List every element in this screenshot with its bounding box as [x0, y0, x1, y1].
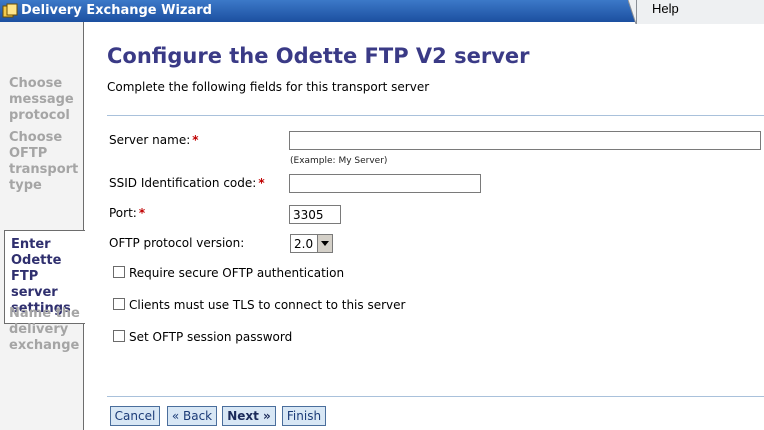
ssid-label: SSID Identification code: * — [109, 176, 265, 190]
require-secure-auth-checkbox[interactable] — [113, 266, 125, 278]
ssid-input[interactable] — [289, 174, 481, 193]
oftp-version-label: OFTP protocol version: — [109, 236, 245, 250]
require-tls-label: Clients must use TLS to connect to this … — [129, 298, 406, 312]
next-button[interactable]: Next » — [222, 406, 276, 426]
help-link[interactable]: Help — [652, 1, 679, 16]
require-secure-auth-option[interactable]: Require secure OFTP authentication — [113, 266, 344, 280]
server-name-example: (Example: My Server) — [290, 156, 388, 166]
cancel-button[interactable]: Cancel — [110, 406, 160, 426]
port-input[interactable]: 3305 — [289, 205, 341, 224]
port-label: Port: * — [109, 206, 146, 220]
oftp-version-value: 2.0 — [294, 237, 314, 251]
step-choose-message-protocol: Choose message protocol — [9, 76, 74, 123]
server-name-input[interactable] — [289, 131, 761, 150]
require-secure-auth-label: Require secure OFTP authentication — [129, 266, 345, 280]
oftp-version-select[interactable]: 2.0 — [290, 234, 333, 253]
page-subtitle: Complete the following fields for this t… — [107, 80, 430, 94]
required-marker: * — [192, 133, 199, 147]
finish-button[interactable]: Finish — [282, 406, 326, 426]
separator — [107, 115, 764, 116]
session-password-option[interactable]: Set OFTP session password — [113, 330, 292, 344]
require-tls-option[interactable]: Clients must use TLS to connect to this … — [113, 298, 405, 312]
page-title: Configure the Odette FTP V2 server — [107, 44, 530, 68]
required-marker: * — [138, 206, 146, 220]
session-password-label: Set OFTP session password — [129, 330, 293, 344]
step-choose-oftp-transport-type: Choose OFTP transport type — [9, 130, 79, 193]
wizard-icon — [2, 3, 18, 18]
require-tls-checkbox[interactable] — [113, 298, 125, 310]
session-password-checkbox[interactable] — [113, 330, 125, 342]
footer-separator — [107, 396, 764, 397]
back-button[interactable]: « Back — [167, 406, 217, 426]
window-title: Delivery Exchange Wizard — [21, 3, 212, 18]
server-name-label: Server name: * — [109, 133, 199, 147]
required-marker: * — [258, 176, 265, 190]
chevron-down-icon[interactable] — [317, 235, 332, 252]
step-name-delivery-exchange: Name the delivery exchange — [9, 306, 80, 353]
step-enter-odette-ftp-server-settings: Enter Odette FTP server settings — [11, 237, 71, 316]
wizard-steps-sidebar: Choose message protocol Choose OFTP tran… — [0, 22, 85, 430]
